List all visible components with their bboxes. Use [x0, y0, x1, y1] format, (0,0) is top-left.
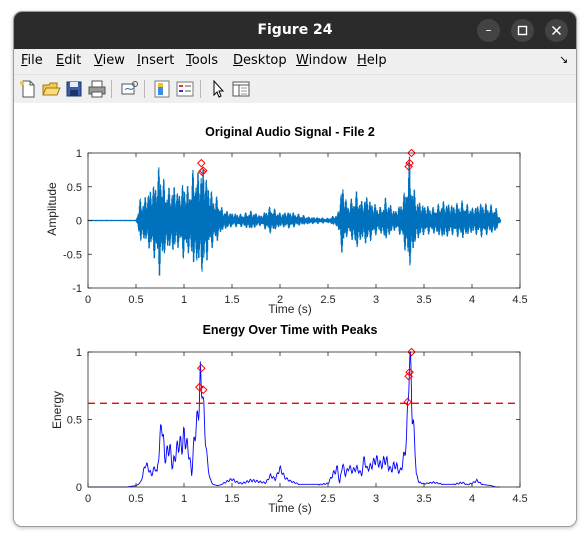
plot1-xtick-label: 0.5	[128, 294, 143, 306]
plot1-axes[interactable]: 0 0.5 1 1.5 2 2.5 3 3.5 4 4.5-1-0.500.51	[63, 148, 528, 306]
link-plot-icon[interactable]	[119, 79, 139, 99]
plot1-xlabel: Time (s)	[268, 302, 312, 316]
close-icon	[551, 25, 562, 36]
plot2-xtick-label: 3.5	[416, 493, 431, 505]
open-file-icon[interactable]	[41, 79, 61, 99]
plot2-xlabel: Time (s)	[268, 501, 312, 515]
plot2-ytick-label: 0.5	[67, 415, 82, 427]
figure-window: Figure 24 – File Edit View Insert Tools …	[13, 11, 577, 527]
menu-bar: File Edit View Insert Tools Desktop Wind…	[14, 49, 576, 73]
plot1-xtick-label: 4.5	[512, 294, 527, 306]
minimize-button[interactable]: –	[477, 19, 500, 42]
toolbar-separator	[144, 80, 145, 98]
plot1-xtick-label: 1.5	[224, 294, 239, 306]
plot2-xtick-label: 4	[469, 493, 475, 505]
dock-arrow-icon[interactable]: ↘	[559, 53, 568, 66]
figure-canvas[interactable]: Original Audio Signal - File 2 0 0.5 1 1.5 2…	[14, 103, 576, 526]
plot1-xtick-label: 3.5	[416, 294, 431, 306]
plot1-ytick-label: 0.5	[67, 182, 82, 194]
new-figure-icon[interactable]	[18, 79, 38, 99]
plot1-xtick-label: 4	[469, 294, 475, 306]
plot1-xtick-label: 0	[85, 294, 91, 306]
plots-canvas: Original Audio Signal - File 2 0 0.5 1 1.5 2…	[45, 125, 528, 515]
toolbar-separator	[111, 80, 112, 98]
insert-legend-icon[interactable]	[175, 79, 195, 99]
close-button[interactable]	[545, 19, 568, 42]
maximize-button[interactable]	[511, 19, 534, 42]
plot2-ytick-label: 0	[76, 482, 82, 494]
plot1-xtick-label: 1	[181, 294, 187, 306]
plot1-ytick-label: 1	[76, 148, 82, 160]
plot2-xtick-label: 1.5	[224, 493, 239, 505]
menu-tools[interactable]: Tools	[186, 53, 218, 68]
menu-view[interactable]: View	[94, 53, 125, 68]
plot2-ylabel: Energy	[50, 391, 64, 429]
toolbar	[14, 74, 576, 104]
plot2-xtick-label: 4.5	[512, 493, 527, 505]
insert-colorbar-icon[interactable]	[152, 79, 172, 99]
plot1-title: Original Audio Signal - File 2	[205, 125, 375, 139]
print-icon[interactable]	[87, 79, 107, 99]
plot1-xtick-label: 3	[373, 294, 379, 306]
plot2-xtick-label: 0	[85, 493, 91, 505]
plot2-plot-background	[88, 352, 520, 487]
menu-insert[interactable]: Insert	[137, 53, 174, 68]
plot1-ytick-label: 0	[76, 216, 82, 228]
menu-help[interactable]: Help	[357, 53, 387, 68]
plot2-xtick-label: 2.5	[320, 493, 335, 505]
edit-plot-arrow-icon[interactable]	[208, 79, 228, 99]
plot2-axes[interactable]: 0 0.5 1 1.5 2 2.5 3 3.5 4 4.500.51	[67, 347, 528, 505]
plot2-title: Energy Over Time with Peaks	[203, 323, 378, 337]
plot1-xtick-label: 2.5	[320, 294, 335, 306]
plot2-xtick-label: 3	[373, 493, 379, 505]
property-inspector-icon[interactable]	[231, 79, 251, 99]
menu-file[interactable]: File	[21, 53, 43, 68]
plot2-xtick-label: 0.5	[128, 493, 143, 505]
toolbar-separator	[200, 80, 201, 98]
maximize-icon	[517, 25, 528, 36]
plot1-ytick-label: -0.5	[63, 249, 82, 261]
save-icon[interactable]	[64, 79, 84, 99]
menu-desktop[interactable]: Desktop	[233, 53, 287, 68]
menu-window[interactable]: Window	[296, 53, 347, 68]
plot1-ytick-label: -1	[72, 283, 82, 295]
title-bar[interactable]: Figure 24 –	[14, 12, 576, 49]
plot1-ylabel: Amplitude	[45, 182, 59, 236]
menu-edit[interactable]: Edit	[56, 53, 81, 68]
plot2-ytick-label: 1	[76, 347, 82, 359]
plot2-xtick-label: 1	[181, 493, 187, 505]
